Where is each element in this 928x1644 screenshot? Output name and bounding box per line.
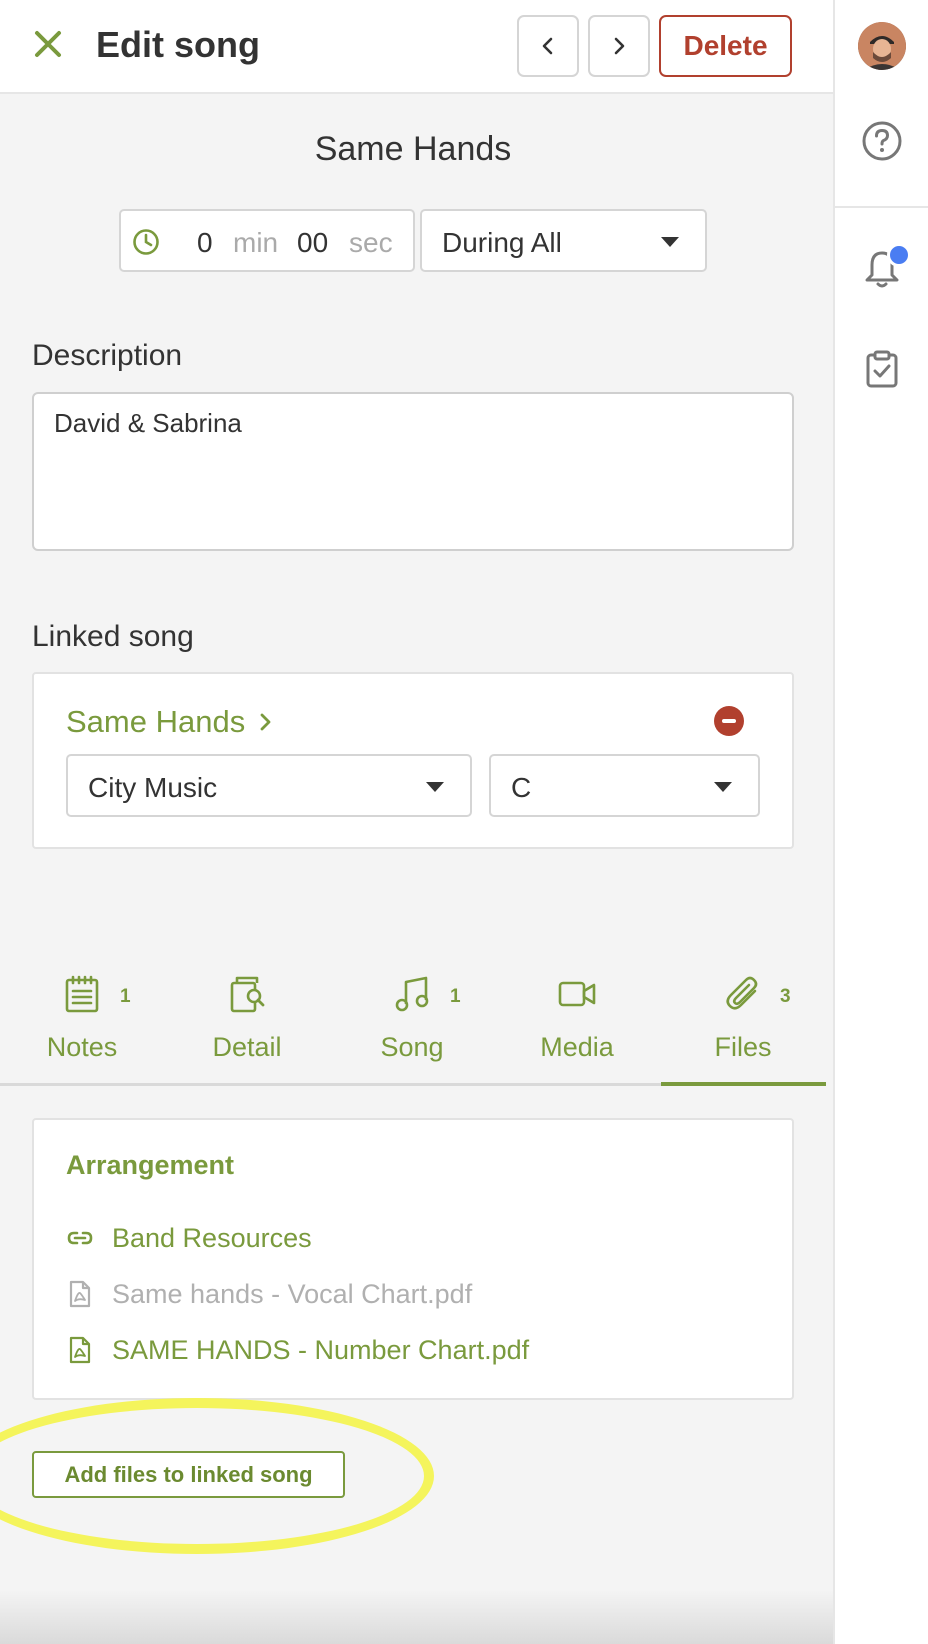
minutes-unit: min [233, 227, 279, 258]
header: Edit song Delete [0, 0, 833, 94]
chevron-right-icon [614, 37, 625, 55]
tab-detail-label: Detail [212, 1032, 282, 1062]
tasks-button[interactable] [859, 346, 905, 392]
help-icon [862, 121, 902, 161]
linked-song-label: Linked song [32, 620, 194, 653]
tab-files-label: Files [714, 1032, 772, 1062]
chevron-down-icon [661, 237, 679, 247]
tab-media-label: Media [540, 1032, 614, 1062]
description-textarea[interactable]: David & Sabrina [32, 392, 794, 551]
right-rail [833, 0, 928, 1644]
timing-select[interactable]: During All [420, 209, 707, 272]
notes-icon [65, 975, 99, 1013]
highlight-annotation [0, 1398, 434, 1554]
pdf-icon [69, 1336, 91, 1364]
active-tab-indicator [661, 1082, 826, 1086]
description-label: Description [32, 339, 183, 372]
chevron-right-icon [260, 713, 271, 731]
next-button[interactable] [588, 15, 650, 77]
arrangement-select[interactable]: City Music [66, 754, 472, 817]
file-item[interactable]: SAME HANDS - Number Chart.pdf [66, 1332, 529, 1368]
avatar[interactable] [858, 22, 906, 70]
key-select-value: C [511, 772, 532, 803]
tab-song-count: 1 [450, 986, 461, 1007]
linked-song-link[interactable]: Same Hands [66, 704, 273, 740]
close-icon [35, 31, 61, 57]
rail-divider [835, 206, 928, 208]
tab-files[interactable]: 3 Files [661, 960, 825, 1086]
detail-icon [230, 976, 265, 1013]
chevron-down-icon [714, 782, 732, 792]
music-note-icon [395, 976, 429, 1012]
file-item: Same hands - Vocal Chart.pdf [66, 1276, 472, 1312]
video-camera-icon [558, 981, 596, 1007]
linked-song-card: Same Hands City Music C [32, 672, 794, 849]
timing-select-value: During All [442, 227, 562, 258]
tab-song[interactable]: 1 Song [330, 960, 494, 1086]
files-heading: Arrangement [66, 1150, 235, 1180]
files-card: Arrangement Band Resources Same hands - … [32, 1118, 794, 1400]
chevron-down-icon [426, 782, 444, 792]
remove-linked-song-button[interactable] [714, 706, 744, 736]
chevron-left-icon [542, 37, 553, 55]
previous-button[interactable] [517, 15, 579, 77]
arrangement-select-value: City Music [88, 772, 218, 803]
tab-notes[interactable]: 1 Notes [0, 960, 164, 1086]
linked-song-title: Same Hands [66, 704, 246, 739]
link-icon [67, 1231, 93, 1245]
file-label: SAME HANDS - Number Chart.pdf [112, 1334, 530, 1365]
minutes-value[interactable]: 0 [197, 227, 213, 259]
close-button[interactable] [30, 26, 66, 62]
tab-media[interactable]: Media [495, 960, 659, 1086]
file-label: Band Resources [112, 1222, 312, 1253]
song-title: Same Hands [314, 130, 512, 168]
tab-bar: 1 Notes Detail 1 Song Media 3 Files [0, 960, 826, 1086]
key-select[interactable]: C [489, 754, 760, 817]
help-button[interactable] [859, 118, 905, 164]
notification-badge [887, 243, 911, 267]
page-title: Edit song [96, 24, 260, 65]
tab-song-label: Song [380, 1032, 444, 1062]
paperclip-icon [726, 976, 758, 1010]
clock-icon [133, 229, 159, 255]
avatar-image [858, 22, 906, 70]
tab-notes-count: 1 [120, 986, 131, 1007]
file-label: Same hands - Vocal Chart.pdf [112, 1278, 473, 1309]
file-item[interactable]: Band Resources [66, 1220, 312, 1256]
tab-detail[interactable]: Detail [165, 960, 329, 1086]
tab-notes-label: Notes [46, 1032, 118, 1062]
tab-files-count: 3 [780, 986, 791, 1007]
pdf-icon [69, 1280, 91, 1308]
bottom-shadow [0, 1590, 833, 1644]
clipboard-check-icon [866, 350, 898, 388]
delete-button[interactable]: Delete [659, 15, 792, 77]
seconds-unit: sec [349, 227, 393, 258]
duration-input[interactable]: 0 min 00 sec [119, 209, 415, 272]
seconds-value[interactable]: 00 [297, 227, 328, 259]
